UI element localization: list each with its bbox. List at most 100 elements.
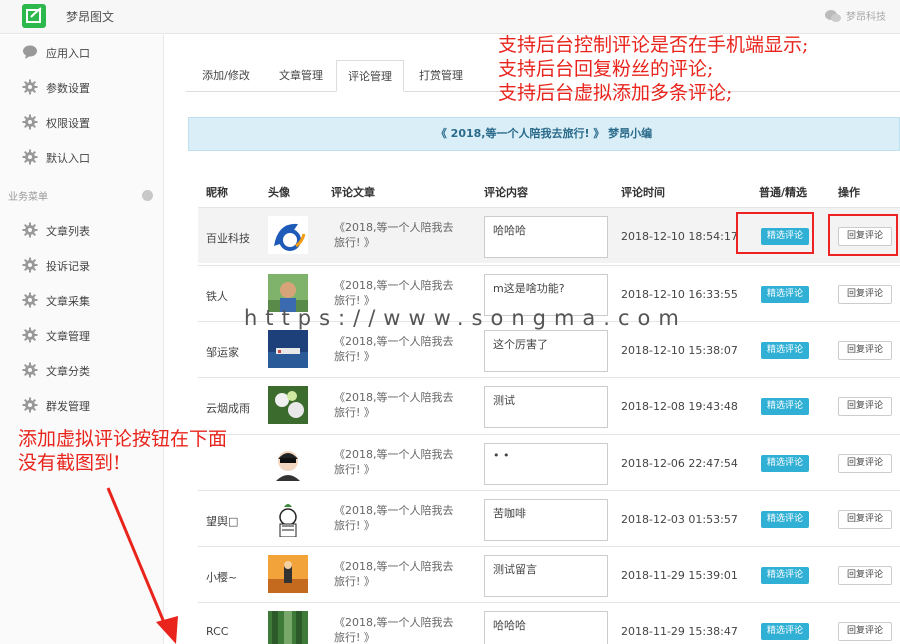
comment-content-field[interactable]: 这个厉害了 [484,330,608,372]
reply-comment-button[interactable]: 回复评论 [838,510,892,529]
app-title: 梦昂图文 [66,10,115,24]
reply-comment-button[interactable]: 回复评论 [838,341,892,360]
comment-content-field[interactable]: 测试留言 [484,555,608,597]
sidebar-item-top-0[interactable]: 应用入口 [22,42,90,64]
nickname: 望舆□ [206,515,239,528]
wechat-icon [825,9,841,22]
sidebar-section-header: 业务菜单 [8,188,153,203]
reply-comment-button[interactable]: 回复评论 [838,397,892,416]
article-title: 《2018,等一个人陪我去旅行! 》 [334,391,454,419]
comment-time: 2018-12-03 01:53:57 [621,513,738,526]
highlight-feature-box [736,212,814,254]
annotation-top-right: 支持后台控制评论是否在手机端显示; 支持后台回复粉丝的评论; 支持后台虚拟添加多… [498,33,808,105]
header-article: 评论文章 [331,186,375,199]
avatar [268,386,308,424]
comment-time: 2018-12-10 18:54:17 [621,230,738,243]
brand-text: 梦昂科技 [846,12,886,23]
sidebar-item-business-3[interactable]: 文章管理 [22,325,90,347]
nickname: 云烟成雨 [206,402,250,415]
avatar [268,555,308,593]
gear-icon [22,362,38,381]
feature-comment-button[interactable]: 精选评论 [761,455,809,472]
watermark: https://www.songma.com [244,306,687,330]
reply-comment-button[interactable]: 回复评论 [838,285,892,304]
sidebar-item-label: 文章分类 [46,365,90,378]
gear-icon [22,222,38,241]
sidebar-item-label: 应用入口 [46,47,90,60]
sidebar-item-top-3[interactable]: 默认入口 [22,147,90,169]
comment-time: 2018-12-10 16:33:55 [621,288,738,301]
annotation-line: 支持后台回复粉丝的评论; [498,58,714,80]
sidebar-item-label: 参数设置 [46,82,90,95]
article-title: 《2018,等一个人陪我去旅行! 》 [334,335,454,363]
comment-content-field[interactable]: 哈哈哈 [484,216,608,258]
gear-icon [22,79,38,98]
gear-icon [22,292,38,311]
comment-content-field[interactable]: 苦咖啡 [484,499,608,541]
sidebar-item-top-2[interactable]: 权限设置 [22,112,90,134]
sidebar-item-label: 文章采集 [46,295,90,308]
sidebar-item-business-0[interactable]: 文章列表 [22,220,90,242]
comment-content-field[interactable]: 哈哈哈 [484,611,608,644]
gear-icon [22,327,38,346]
avatar [268,216,308,254]
article-title: 《2018,等一个人陪我去旅行! 》 [334,279,454,307]
annotation-line: 添加虚拟评论按钮在下面 [18,428,228,450]
tab-article-manage[interactable]: 文章管理 [266,60,336,92]
sidebar-item-business-1[interactable]: 投诉记录 [22,255,90,277]
feature-comment-button[interactable]: 精选评论 [761,398,809,415]
nickname: 百业科技 [206,232,250,245]
tab-comment-manage[interactable]: 评论管理 [336,60,404,92]
app-logo-icon[interactable] [22,4,46,28]
red-arrow-icon [106,487,178,644]
annotation-line: 支持后台控制评论是否在手机端显示; [498,34,809,56]
sidebar-item-label: 投诉记录 [46,260,90,273]
header-actions: 操作 [838,186,860,199]
sidebar-item-label: 权限设置 [46,117,90,130]
tab-add-edit[interactable]: 添加/修改 [186,60,266,92]
top-header: 梦昂图文 梦昂科技 [0,0,900,34]
table-row: 小樱~ 《2018,等一个人陪我去旅行! 》 测试留言 2018-11-29 15:3… [198,546,900,602]
sidebar-item-business-5[interactable]: 群发管理 [22,395,90,417]
nickname: RCC [206,625,229,638]
annotation-line: 没有截图到! [18,452,121,474]
reply-comment-button[interactable]: 回复评论 [838,566,892,585]
sidebar-item-business-4[interactable]: 文章分类 [22,360,90,382]
article-title: 《2018,等一个人陪我去旅行! 》 [334,560,454,588]
gear-icon [22,397,38,416]
article-title: 《2018,等一个人陪我去旅行! 》 [334,448,454,476]
avatar [268,443,308,481]
feature-comment-button[interactable]: 精选评论 [761,342,809,359]
comment-time: 2018-11-29 15:38:47 [621,625,738,638]
sidebar-section-label: 业务菜单 [8,192,48,203]
nickname: 小樱~ [206,571,238,584]
feature-comment-button[interactable]: 精选评论 [761,286,809,303]
table-row: RCC 《2018,等一个人陪我去旅行! 》 哈哈哈 2018-11-29 15:38… [198,602,900,644]
comment-time: 2018-11-29 15:39:01 [621,569,738,582]
sidebar-item-label: 文章管理 [46,330,90,343]
annotation-line: 支持后台虚拟添加多条评论; [498,82,733,104]
header-content: 评论内容 [484,186,528,199]
comment-time: 2018-12-06 22:47:54 [621,457,738,470]
sidebar-item-label: 默认入口 [46,152,90,165]
header-nickname: 昵称 [206,186,228,199]
gear-icon [22,149,38,168]
feature-comment-button[interactable]: 精选评论 [761,623,809,640]
sidebar-item-label: 群发管理 [46,400,90,413]
sidebar-item-label: 文章列表 [46,225,90,238]
sidebar-item-business-2[interactable]: 文章采集 [22,290,90,312]
reply-comment-button[interactable]: 回复评论 [838,454,892,473]
comment-content-field[interactable]: 测试 [484,386,608,428]
gear-icon [22,257,38,276]
table-row: 《2018,等一个人陪我去旅行! 》 • • 2018-12-06 22:47:54… [198,434,900,490]
tab-reward-manage[interactable]: 打赏管理 [406,60,476,92]
reply-comment-button[interactable]: 回复评论 [838,622,892,641]
chat-bubble-icon [22,44,38,63]
sidebar-item-top-1[interactable]: 参数设置 [22,77,90,99]
nickname: 邹运家 [206,346,239,359]
collapse-dot-icon[interactable] [142,190,153,201]
feature-comment-button[interactable]: 精选评论 [761,511,809,528]
header-avatar: 头像 [268,186,290,199]
feature-comment-button[interactable]: 精选评论 [761,567,809,584]
comment-content-field[interactable]: • • [484,443,608,485]
